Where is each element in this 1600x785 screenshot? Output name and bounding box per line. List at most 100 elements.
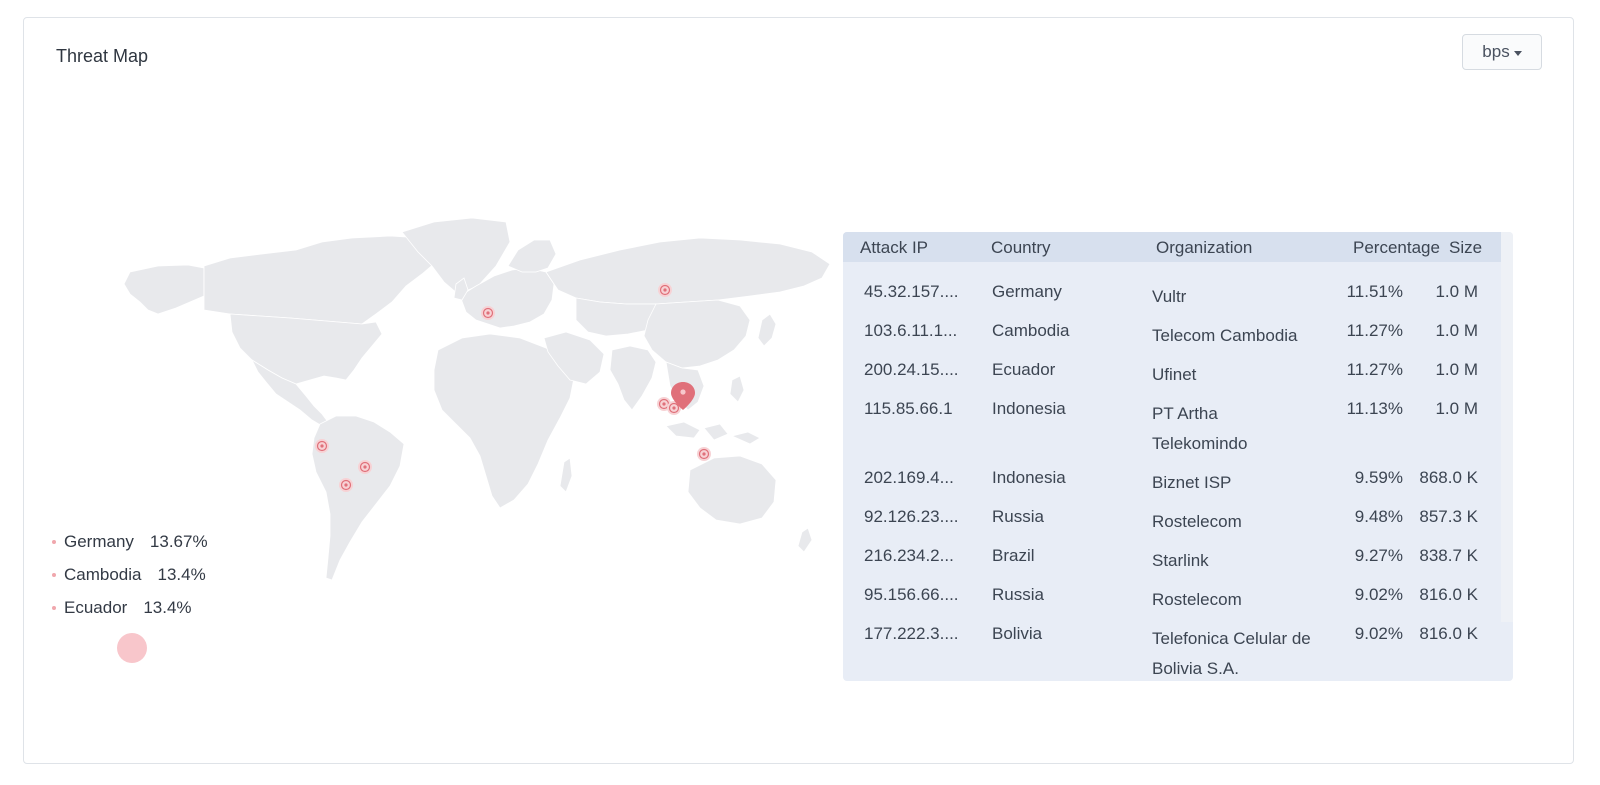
legend-item[interactable]: Ecuador 13.4% xyxy=(52,591,208,624)
cell-size: 816.0 K xyxy=(1419,585,1478,604)
table-row[interactable]: 92.126.23.... Russia Rostelecom 9.48% 85… xyxy=(843,497,1501,536)
land-canada xyxy=(203,235,441,325)
map-legend: Germany 13.67% Cambodia 13.4% Ecuador 13… xyxy=(52,525,208,663)
marker-indonesia[interactable] xyxy=(697,447,711,461)
land-scandinavia xyxy=(507,239,557,273)
legend-dot-icon xyxy=(52,605,56,610)
land-australia xyxy=(687,455,777,525)
cell-organization: Starlink xyxy=(1152,551,1209,570)
cell-country: Ecuador xyxy=(992,360,1056,379)
table-body: 45.32.157.... Germany Vultr 11.51% 1.0 M… xyxy=(843,272,1501,681)
table-row[interactable]: 45.32.157.... Germany Vultr 11.51% 1.0 M xyxy=(843,272,1501,311)
land-china xyxy=(643,299,751,369)
header-attack-ip[interactable]: Attack IP xyxy=(860,238,928,258)
marker-russia[interactable] xyxy=(658,283,672,297)
table-row[interactable]: 202.169.4... Indonesia Biznet ISP 9.59% … xyxy=(843,458,1501,497)
cell-country: Indonesia xyxy=(992,468,1066,487)
table-header-row: Attack IP Country Organization Percentag… xyxy=(843,232,1501,262)
legend-percentage: 13.4% xyxy=(143,597,192,617)
cell-size: 1.0 M xyxy=(1435,360,1478,379)
cell-organization: Biznet ISP xyxy=(1152,473,1232,492)
cell-country: Brazil xyxy=(992,546,1035,565)
cell-country: Germany xyxy=(992,282,1062,301)
land-new-zealand xyxy=(797,527,813,553)
cell-percentage: 11.51% xyxy=(1346,282,1403,301)
land-africa xyxy=(433,333,575,509)
header-percentage[interactable]: Percentage xyxy=(1353,238,1440,258)
legend-country: Cambodia xyxy=(64,564,142,584)
table-row[interactable]: 216.234.2... Brazil Starlink 9.27% 838.7… xyxy=(843,536,1501,575)
cell-country: Indonesia xyxy=(992,399,1066,418)
land-alaska xyxy=(123,264,205,315)
header-organization[interactable]: Organization xyxy=(1156,238,1252,258)
cell-size: 1.0 M xyxy=(1435,399,1478,418)
table-row[interactable]: 115.85.66.1 Indonesia PT Artha Telekomin… xyxy=(843,389,1501,458)
cell-ip: 92.126.23.... xyxy=(864,507,959,526)
cell-percentage: 9.02% xyxy=(1354,624,1403,643)
cell-percentage: 11.27% xyxy=(1346,360,1403,379)
cell-ip: 103.6.11.1... xyxy=(864,321,958,340)
cell-percentage: 9.27% xyxy=(1354,546,1403,565)
cell-country: Russia xyxy=(992,507,1044,526)
cell-size: 1.0 M xyxy=(1435,282,1478,301)
land-usa xyxy=(229,313,383,385)
cell-size: 857.3 K xyxy=(1419,507,1478,526)
cell-country: Cambodia xyxy=(992,321,1070,340)
card-title: Threat Map xyxy=(56,46,149,66)
caret-down-icon xyxy=(1513,50,1522,56)
cell-ip: 95.156.66.... xyxy=(864,585,959,604)
land-japan xyxy=(757,313,777,347)
cell-organization: Rostelecom xyxy=(1152,590,1242,609)
legend-item[interactable]: Germany 13.67% xyxy=(52,525,208,558)
marker-brazil[interactable] xyxy=(358,460,372,474)
land-philippines xyxy=(729,375,745,403)
cell-ip: 115.85.66.1 xyxy=(864,399,953,418)
cell-percentage: 9.48% xyxy=(1354,507,1403,526)
table-row[interactable]: 177.222.3.... Bolivia Telefonica Celular… xyxy=(843,614,1501,681)
map-land xyxy=(123,217,831,581)
legend-dot-icon xyxy=(52,539,56,544)
cell-organization: Vultr xyxy=(1152,287,1187,306)
cell-size: 868.0 K xyxy=(1419,468,1478,487)
header-country[interactable]: Country xyxy=(991,238,1051,258)
cell-ip: 45.32.157.... xyxy=(864,282,959,301)
cell-percentage: 9.02% xyxy=(1354,585,1403,604)
cell-organization: Rostelecom xyxy=(1152,512,1242,531)
cell-size: 1.0 M xyxy=(1435,321,1478,340)
land-india xyxy=(609,345,657,411)
world-map[interactable] xyxy=(100,210,835,600)
legend-country: Ecuador xyxy=(64,597,128,617)
cell-ip: 200.24.15.... xyxy=(864,360,959,379)
cell-ip: 202.169.4... xyxy=(864,468,954,487)
cell-organization: Telefonica Celular de Bolivia S.A. xyxy=(1152,629,1311,678)
table-row[interactable]: 103.6.11.1... Cambodia Telecom Cambodia … xyxy=(843,311,1501,350)
cell-country: Russia xyxy=(992,585,1044,604)
cell-size: 838.7 K xyxy=(1419,546,1478,565)
cell-ip: 216.234.2... xyxy=(864,546,954,565)
legend-percentage: 13.67% xyxy=(149,531,208,551)
unit-dropdown-label: bps xyxy=(1482,42,1510,61)
cell-ip: 177.222.3.... xyxy=(864,624,959,643)
land-russia xyxy=(545,237,831,305)
header-size[interactable]: Size xyxy=(1449,238,1482,258)
attack-table: Attack IP Country Organization Percentag… xyxy=(843,232,1513,681)
cell-organization: Telecom Cambodia xyxy=(1152,326,1298,345)
cell-percentage: 11.13% xyxy=(1346,399,1403,418)
unit-dropdown-button[interactable]: bps xyxy=(1462,34,1542,70)
marker-bolivia[interactable] xyxy=(339,478,353,492)
cell-organization: PT Artha Telekomindo xyxy=(1152,404,1248,453)
marker-germany[interactable] xyxy=(481,306,495,320)
cell-organization: Ufinet xyxy=(1152,365,1197,384)
marker-ecuador[interactable] xyxy=(315,439,329,453)
cell-percentage: 11.27% xyxy=(1346,321,1403,340)
cell-size: 816.0 K xyxy=(1419,624,1478,643)
legend-country: Germany xyxy=(64,531,134,551)
legend-percentage: 13.4% xyxy=(157,564,206,584)
table-scrollbar[interactable] xyxy=(1501,232,1513,622)
legend-size-circle-icon xyxy=(117,633,147,663)
table-row[interactable]: 200.24.15.... Ecuador Ufinet 11.27% 1.0 … xyxy=(843,350,1501,389)
legend-item[interactable]: Cambodia 13.4% xyxy=(52,558,208,591)
table-row[interactable]: 95.156.66.... Russia Rostelecom 9.02% 81… xyxy=(843,575,1501,614)
land-indonesia xyxy=(665,421,761,445)
cell-percentage: 9.59% xyxy=(1354,468,1403,487)
